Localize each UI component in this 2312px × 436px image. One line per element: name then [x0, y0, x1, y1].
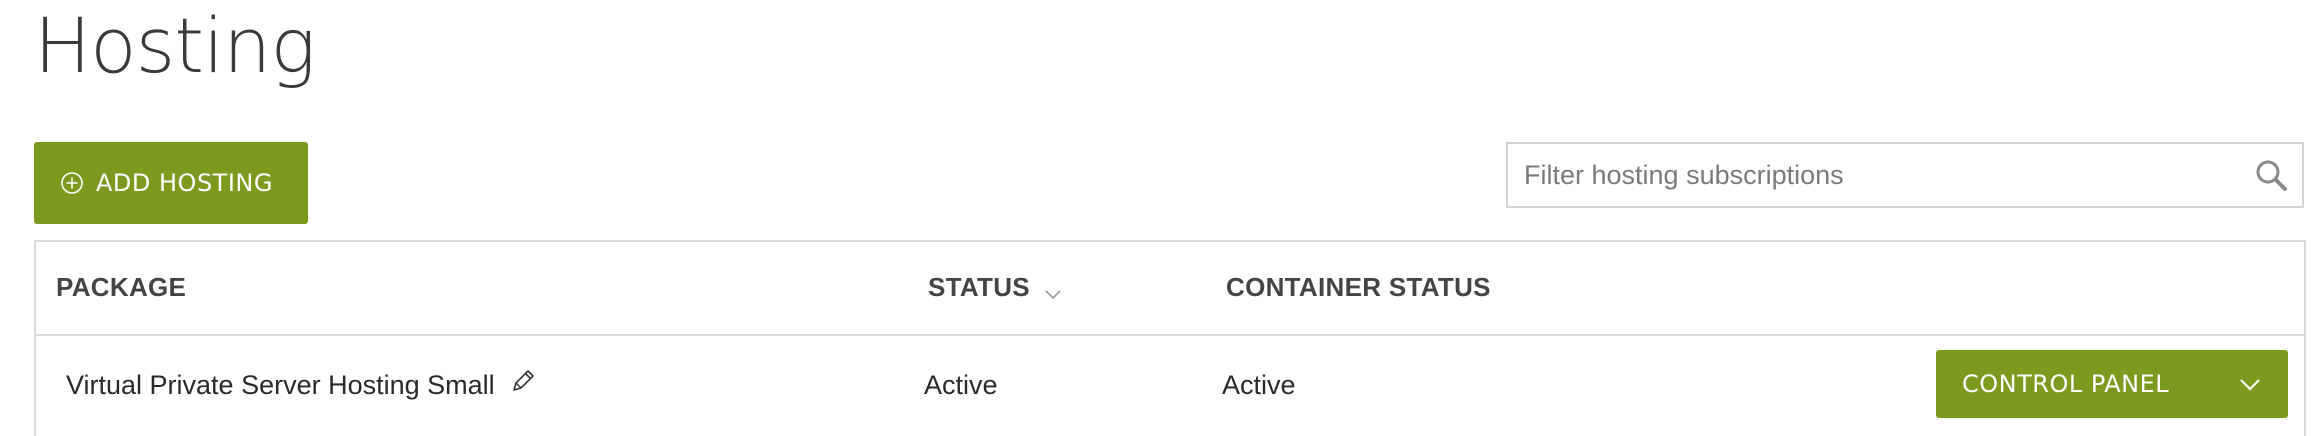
search-icon[interactable]: [2254, 158, 2288, 192]
pencil-icon[interactable]: [508, 366, 538, 396]
table-row: Virtual Private Server Hosting Small Act…: [36, 336, 2304, 436]
package-name: Virtual Private Server Hosting Small: [66, 370, 495, 400]
add-hosting-button[interactable]: ADD HOSTING: [34, 142, 308, 224]
chevron-down-icon[interactable]: [2238, 372, 2262, 396]
page-title: Hosting: [34, 1, 316, 90]
hosting-page: Hosting ADD HOSTING PACKAGE STATUS: [0, 0, 2312, 436]
hosting-table: PACKAGE STATUS CONTAINER STATUS Virtual …: [34, 240, 2306, 436]
filter-box: [1506, 142, 2304, 208]
container-status-value: Active: [1222, 370, 1296, 400]
add-hosting-label: ADD HOSTING: [96, 169, 273, 197]
column-header-status-label: STATUS: [928, 272, 1030, 302]
plus-circle-icon: [60, 171, 84, 195]
table-header: PACKAGE STATUS CONTAINER STATUS: [36, 242, 2304, 336]
control-panel-label: CONTROL PANEL: [1962, 370, 2170, 398]
column-header-package: PACKAGE: [56, 272, 186, 303]
column-header-status[interactable]: STATUS: [928, 272, 1062, 303]
filter-input[interactable]: [1508, 144, 2224, 206]
column-header-package-label: PACKAGE: [56, 272, 187, 302]
status-value: Active: [924, 370, 998, 400]
column-header-container-status: CONTAINER STATUS: [1226, 272, 1491, 303]
chevron-down-icon[interactable]: [1044, 279, 1062, 299]
column-header-container-status-label: CONTAINER STATUS: [1226, 272, 1491, 302]
control-panel-button[interactable]: CONTROL PANEL: [1936, 350, 2288, 418]
